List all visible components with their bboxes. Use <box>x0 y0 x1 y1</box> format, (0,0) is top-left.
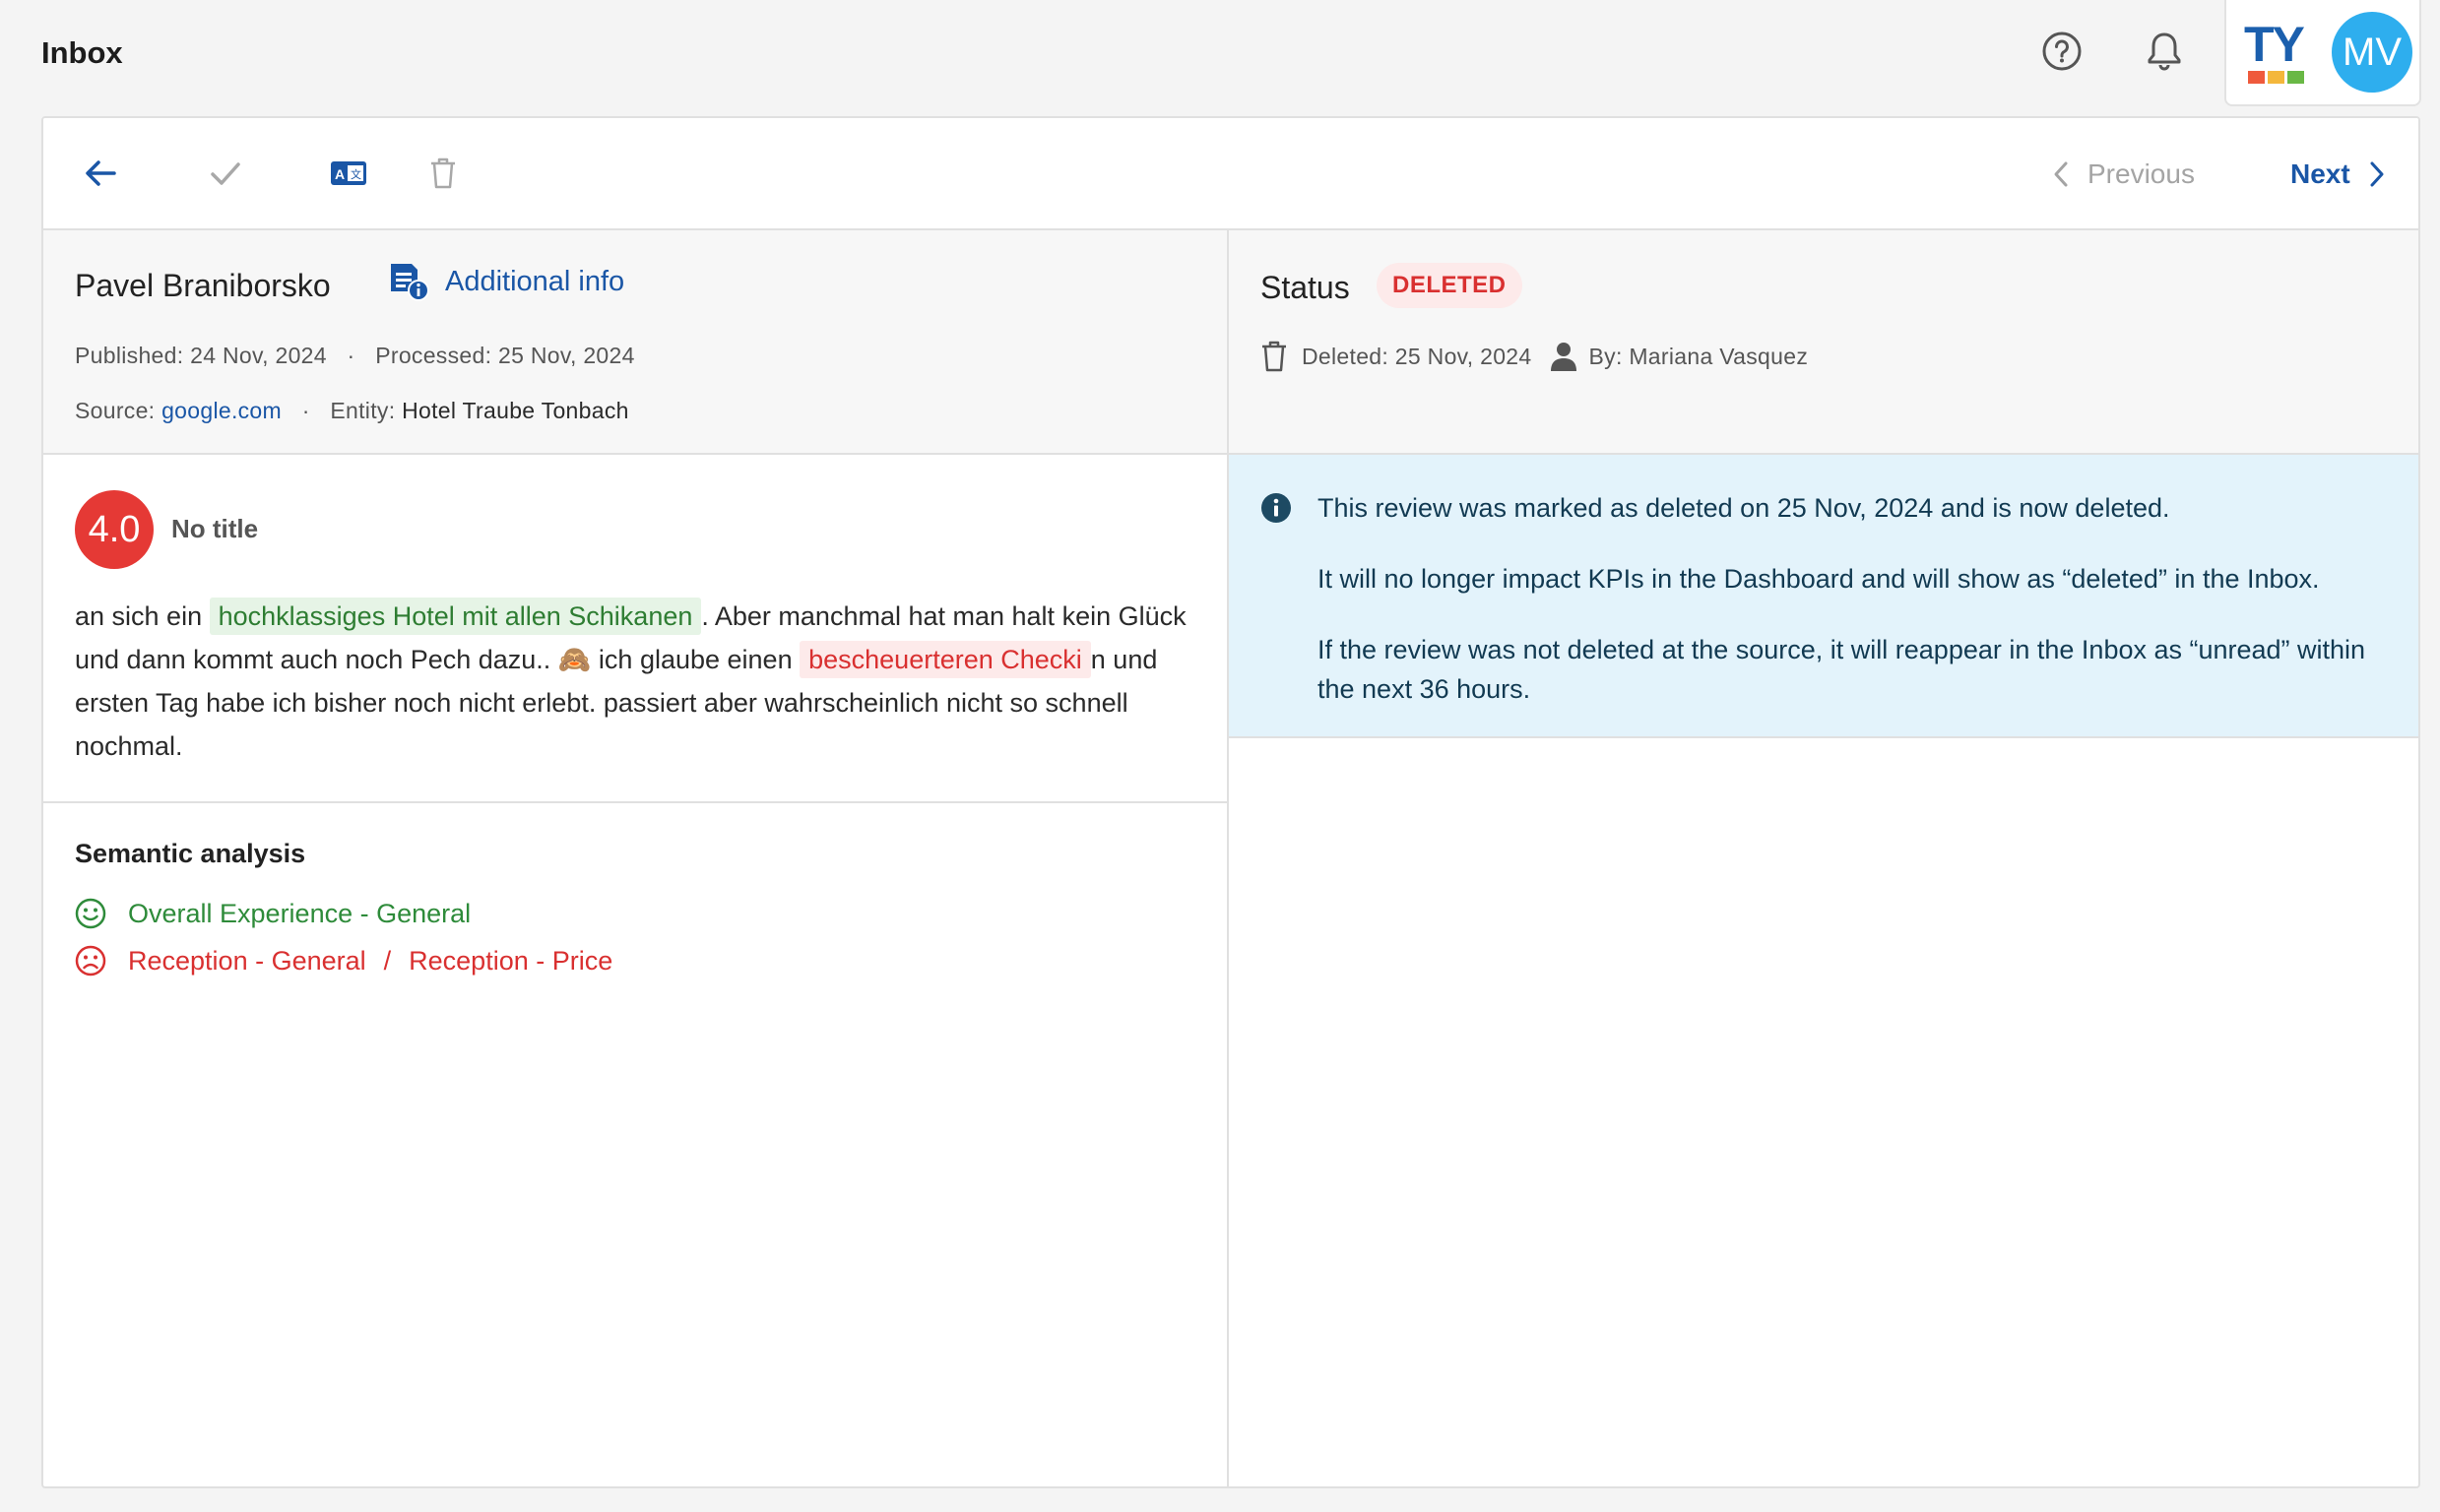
deletion-meta: Deleted: 25 Nov, 2024 By: Mariana Vasque… <box>1260 341 1808 372</box>
brand-account-box: TY MV <box>2224 0 2421 106</box>
avatar[interactable]: MV <box>2332 12 2412 93</box>
document-info-icon <box>391 264 429 301</box>
source-link[interactable]: google.com <box>161 398 282 423</box>
chevron-right-icon <box>2370 161 2384 187</box>
translate-button[interactable]: A 文 <box>321 146 376 201</box>
top-bar: Inbox TY MV <box>0 0 2440 116</box>
trash-icon <box>1262 341 1286 372</box>
topic-positive[interactable]: Overall Experience - General <box>128 899 471 929</box>
status-badge: DELETED <box>1377 263 1522 308</box>
additional-info-label: Additional info <box>445 265 625 297</box>
previous-button[interactable]: Previous <box>2052 154 2195 195</box>
topic-separator: / <box>383 945 392 976</box>
person-icon <box>1550 343 1576 371</box>
info-line: It will no longer impact KPIs in the Das… <box>1317 564 2320 594</box>
mark-read-button[interactable] <box>198 146 253 201</box>
chevron-left-icon <box>2054 161 2068 187</box>
review-dates: Published: 24 Nov, 2024 · Processed: 25 … <box>75 343 635 368</box>
review-card: A 文 Previous Next Pavel Braniborsko Addi… <box>41 116 2420 1488</box>
semantic-analysis: Semantic analysis Overall Experience - G… <box>43 803 1229 1486</box>
back-arrow-icon <box>86 160 116 186</box>
topic-negative[interactable]: Reception - Price <box>409 946 612 976</box>
deleted-info-box: This review was marked as deleted on 25 … <box>1229 455 2418 740</box>
translate-icon: A 文 <box>331 161 366 185</box>
help-icon[interactable] <box>2036 26 2087 77</box>
review-header: Pavel Braniborsko Additional info Publis… <box>43 230 1229 455</box>
status-header: Status DELETED Deleted: 25 Nov, 2024 By:… <box>1229 230 2418 455</box>
review-title: No title <box>171 514 259 543</box>
info-line: If the review was not deleted at the sou… <box>1317 635 2366 704</box>
review-text: an sich ein hochklassiges Hotel mit alle… <box>75 595 1207 768</box>
processed-date: 25 Nov, 2024 <box>497 343 635 368</box>
status-label: Status <box>1260 270 1350 305</box>
entity-name: Hotel Traube Tonbach <box>402 398 629 423</box>
svg-text:A: A <box>335 166 345 182</box>
positive-topics: Overall Experience - General <box>75 898 471 929</box>
review-source: Source: google.com · Entity: Hotel Traub… <box>75 398 629 423</box>
review-body: 4.0 No title an sich ein hochklassiges H… <box>43 455 1229 803</box>
info-text: This review was marked as deleted on 25 … <box>1317 488 2401 740</box>
delete-button[interactable] <box>416 146 471 201</box>
svg-text:文: 文 <box>351 167 361 181</box>
review-toolbar: A 文 Previous Next <box>43 118 2418 230</box>
topic-negative[interactable]: Reception - General <box>128 946 366 976</box>
next-label: Next <box>2290 158 2350 189</box>
deleted-by-user: Mariana Vasquez <box>1629 343 1809 369</box>
check-icon <box>211 162 240 185</box>
back-button[interactable] <box>73 146 128 201</box>
semantic-title: Semantic analysis <box>75 839 306 868</box>
positive-highlight[interactable]: hochklassiges Hotel mit allen Schikanen <box>209 598 702 635</box>
bell-icon[interactable] <box>2139 26 2190 77</box>
smiley-face-icon <box>75 898 106 929</box>
negative-highlight[interactable]: bescheuerteren Checki <box>800 641 1091 678</box>
trash-icon <box>431 158 455 189</box>
brand-logo: TY <box>2244 20 2309 89</box>
deleted-date: 25 Nov, 2024 <box>1394 343 1532 369</box>
next-button[interactable]: Next <box>2290 154 2386 195</box>
page-title: Inbox <box>41 35 123 70</box>
negative-topics: Reception - General / Reception - Price <box>75 945 612 976</box>
info-icon <box>1261 493 1291 523</box>
additional-info-link[interactable]: Additional info <box>388 262 624 301</box>
logo-text: TY <box>2244 17 2305 72</box>
rating-badge: 4.0 <box>75 490 154 569</box>
sad-face-icon <box>75 945 106 976</box>
published-date: 24 Nov, 2024 <box>190 343 327 368</box>
info-line: This review was marked as deleted on 25 … <box>1317 493 2170 523</box>
author-name: Pavel Braniborsko <box>75 268 331 303</box>
previous-label: Previous <box>2087 158 2195 189</box>
